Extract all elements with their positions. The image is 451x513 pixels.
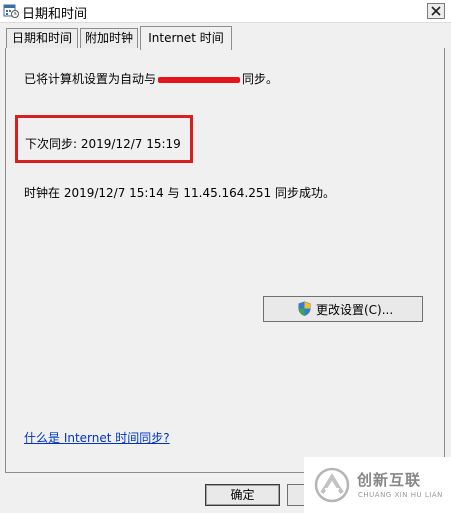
change-settings-label: 更改设置(C)... — [316, 303, 394, 317]
help-link[interactable]: 什么是 Internet 时间同步? — [24, 429, 170, 446]
title-bar: 日期和时间 — [0, 0, 451, 23]
tab-date-time[interactable]: 日期和时间 — [6, 28, 78, 48]
close-icon — [431, 6, 441, 16]
tab-additional-clocks[interactable]: 附加时钟 — [80, 28, 138, 48]
redacted-server — [158, 76, 241, 83]
tab-panel — [5, 48, 445, 473]
watermark-text: 创新互联 — [357, 471, 422, 489]
window-title: 日期和时间 — [22, 7, 88, 22]
calendar-clock-icon — [3, 4, 19, 18]
sync-status-line: 已将计算机设置为自动与 同步。 — [24, 72, 279, 86]
last-sync-text: 时钟在 2019/12/7 15:14 与 11.45.164.251 同步成功… — [24, 186, 335, 200]
next-sync-text: 下次同步: 2019/12/7 15:19 — [25, 137, 181, 151]
watermark-subtext: CHUANG XIN HU LIAN — [358, 491, 443, 499]
close-button[interactable] — [427, 3, 445, 19]
tab-internet-time[interactable]: Internet 时间 — [140, 26, 232, 50]
watermark-logo-icon — [314, 467, 350, 503]
watermark: 创新互联 CHUANG XIN HU LIAN — [304, 457, 451, 513]
change-settings-button[interactable]: 更改设置(C)... — [263, 296, 423, 322]
shield-icon — [298, 301, 311, 316]
ok-button[interactable]: 确定 — [205, 484, 280, 506]
